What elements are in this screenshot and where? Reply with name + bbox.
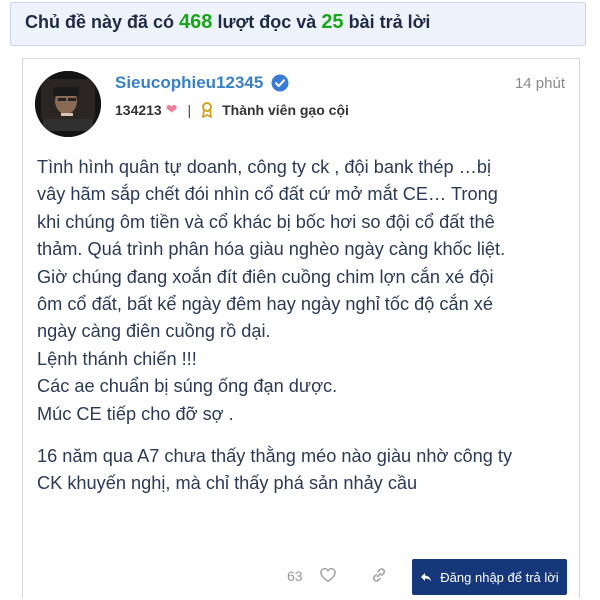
username-row: Sieucophieu12345 [115, 73, 289, 93]
heart-icon: ❤ [165, 101, 178, 117]
medal-icon [200, 101, 214, 118]
heart-outline-icon[interactable] [319, 566, 337, 584]
post-text-line: Giờ chúng đang xoắn đít điên cuồng chim … [37, 266, 494, 287]
reply-count: 25 [321, 11, 344, 33]
username-link[interactable]: Sieucophieu12345 [115, 73, 263, 93]
reply-count-suffix: bài trả lời [348, 12, 431, 32]
reply-button-label: Đăng nhập để trả lời [440, 569, 559, 585]
post-text-line: vây hãm sắp chết đói nhìn cổ đất cứ mở m… [37, 184, 498, 205]
post-text-line: thảm. Quá trình phân hóa giàu nghèo ngày… [37, 239, 506, 260]
user-meta: 134213 ❤ | Thành viên gạo cội [115, 101, 349, 118]
post-content: Tình hình quân tự doanh, công ty ck , độ… [37, 154, 573, 498]
post-text-line: khi chúng ôm tiền và cổ khác bị bốc hơi … [37, 211, 495, 232]
post-text-line: ngày càng điên cuồng rồ dại. [37, 321, 271, 342]
avatar-image [35, 71, 101, 137]
topic-stats-prefix: Chủ đề này đã có [25, 12, 175, 32]
avatar[interactable] [35, 71, 101, 137]
post-text-line: ôm cổ đất, bất kể ngày đêm hay ngày nghỉ… [37, 294, 493, 315]
login-to-reply-button[interactable]: Đăng nhập để trả lời [412, 559, 567, 595]
reply-arrow-icon [421, 573, 432, 582]
post-text-line: Lệnh thánh chiến !!! [37, 348, 197, 369]
reputation-score: 134213 [115, 101, 162, 118]
topic-stats-banner: Chủ đề này đã có 468 lượt đọc và 25 bài … [10, 2, 586, 46]
meta-divider: | [187, 101, 192, 118]
forum-post: Sieucophieu12345 14 phút 134213 ❤ | Thàn… [22, 58, 580, 598]
post-text-line: 16 năm qua A7 chưa thấy thằng méo nào gi… [37, 446, 513, 467]
post-actions: 63 Đăng nhập để trả lời [23, 559, 581, 597]
view-count: 468 [179, 11, 213, 33]
view-count-suffix: lượt đọc và [217, 12, 317, 32]
like-count: 63 [287, 568, 303, 584]
post-text-line: Múc CE tiếp cho đỡ sợ . [37, 403, 234, 424]
verified-badge-icon [271, 74, 289, 92]
post-timestamp[interactable]: 14 phút [515, 75, 565, 92]
post-text-line: CK khuyến nghị, mà chỉ thấy phá sản nhảy… [37, 473, 418, 494]
post-text-line: Các ae chuẩn bị súng ống đạn dược. [37, 376, 338, 397]
member-rank: Thành viên gạo cội [222, 101, 349, 118]
post-text-line: Tình hình quân tự doanh, công ty ck , độ… [37, 157, 492, 177]
link-icon[interactable] [370, 566, 388, 584]
